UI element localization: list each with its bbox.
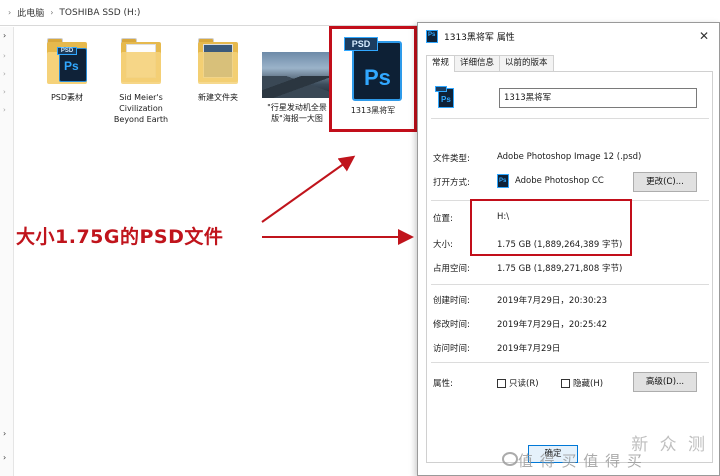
expand-arrow-icon[interactable]: ›	[3, 71, 9, 78]
watermark: 新 众 测 值 得 买 值 得 买	[502, 430, 720, 476]
photoshop-file-icon	[426, 29, 438, 43]
tab-previous-versions[interactable]: 以前的版本	[499, 55, 554, 71]
size-highlight-box	[470, 199, 632, 256]
watermark-logo-icon	[502, 452, 518, 466]
readonly-checkbox[interactable]: 只读(R)	[497, 377, 539, 389]
created-value: 2019年7月29日，20:30:23	[497, 296, 608, 306]
tab-bar: 常规 详细信息 以前的版本	[426, 55, 554, 72]
breadcrumb-drive[interactable]: TOSHIBA SSD (H:)	[59, 8, 140, 18]
expand-arrow-icon[interactable]: ›	[3, 32, 9, 40]
readonly-label: 只读(R)	[509, 379, 539, 389]
size-label: 大小:	[433, 240, 453, 250]
divider	[431, 362, 709, 363]
chevron-right-icon: ›	[50, 8, 54, 17]
folder-icon: PSD Ps	[45, 38, 89, 88]
breadcrumb-this-pc[interactable]: 此电脑	[17, 6, 44, 19]
folder-icon	[196, 38, 240, 88]
file-item-new-folder[interactable]: 新建文件夹	[175, 38, 261, 103]
change-button[interactable]: 更改(C)...	[633, 172, 697, 192]
file-label: 1313黑将军	[350, 106, 396, 115]
advanced-button[interactable]: 高级(D)...	[633, 372, 697, 392]
accessed-value: 2019年7月29日	[497, 344, 561, 354]
open-with-value: Adobe Photoshop CC	[515, 176, 604, 186]
file-type-label: 文件类型:	[433, 154, 470, 164]
photoshop-file-icon: PSD Ps	[57, 47, 87, 82]
general-panel: 1313黑将军 文件类型: Adobe Photoshop Image 12 (…	[426, 71, 713, 463]
expand-arrow-icon[interactable]: ›	[3, 430, 9, 438]
expand-arrow-icon[interactable]: ›	[3, 89, 9, 96]
attributes-label: 属性:	[433, 379, 453, 389]
expand-arrow-icon[interactable]: ›	[3, 107, 9, 114]
photoshop-file-icon	[435, 86, 455, 108]
file-name-input[interactable]: 1313黑将军	[499, 88, 697, 108]
hidden-checkbox[interactable]: 隐藏(H)	[561, 377, 603, 389]
dialog-title: 1313黑将军 属性	[444, 32, 515, 43]
image-thumbnail	[262, 52, 332, 98]
dialog-title-bar[interactable]: 1313黑将军 属性	[418, 23, 719, 49]
watermark-text-bottom: 值 得 买 值 得 买	[518, 452, 643, 470]
file-label: "行星发动机全景版"海报一大图	[267, 103, 327, 123]
file-type-value: Adobe Photoshop Image 12 (.psd)	[497, 152, 642, 162]
file-label: 新建文件夹	[198, 93, 238, 102]
file-item-civilization[interactable]: Sid Meier's Civilization Beyond Earth	[98, 38, 184, 125]
file-item-psd-highlighted[interactable]: Ps PSD 1313黑将军	[329, 26, 417, 132]
checkbox-box[interactable]	[497, 378, 506, 388]
file-label: Sid Meier's Civilization Beyond Earth	[113, 93, 169, 124]
tab-general[interactable]: 常规	[426, 55, 456, 72]
divider	[431, 118, 709, 119]
arrow-to-file	[261, 155, 356, 223]
navigation-pane[interactable]: › › › › › › ›	[0, 27, 14, 476]
accessed-label: 访问时间:	[433, 344, 470, 354]
expand-arrow-icon[interactable]: ›	[3, 53, 9, 60]
disk-size-value: 1.75 GB (1,889,271,808 字节)	[497, 264, 623, 274]
photoshop-file-icon: Ps PSD	[344, 37, 402, 103]
divider	[431, 284, 709, 285]
annotation-text: 大小1.75G的PSD文件	[16, 226, 224, 248]
checkbox-box[interactable]	[561, 378, 570, 388]
open-with-label: 打开方式:	[433, 178, 470, 188]
photoshop-app-icon	[497, 174, 509, 188]
disk-size-label: 占用空间:	[433, 264, 470, 274]
location-label: 位置:	[433, 214, 453, 224]
modified-label: 修改时间:	[433, 320, 470, 330]
close-icon[interactable]: ✕	[699, 29, 709, 43]
folder-icon	[119, 38, 163, 88]
hidden-label: 隐藏(H)	[573, 379, 604, 389]
chevron-right-icon: ›	[8, 8, 12, 17]
expand-arrow-icon[interactable]: ›	[3, 454, 9, 462]
tab-details[interactable]: 详细信息	[454, 55, 501, 71]
created-label: 创建时间:	[433, 296, 470, 306]
modified-value: 2019年7月29日，20:25:42	[497, 320, 608, 330]
